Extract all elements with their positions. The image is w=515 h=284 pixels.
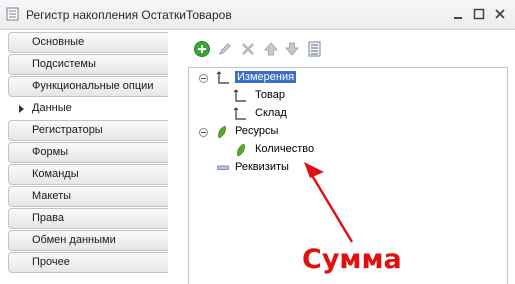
nav-item-data-exchange[interactable]: Обмен данными: [8, 230, 168, 251]
nav-item-label: Макеты: [32, 190, 72, 202]
tree-node-label: Ресурсы: [235, 125, 279, 137]
tree-node-label: Реквизиты: [235, 161, 289, 173]
nav-item-label: Права: [32, 212, 64, 224]
nav-item-templates[interactable]: Макеты: [8, 186, 168, 207]
dimension-icon: [233, 107, 246, 120]
minimize-icon[interactable]: [451, 7, 465, 21]
nav-item-commands[interactable]: Команды: [8, 164, 168, 185]
nav-item-forms[interactable]: Формы: [8, 142, 168, 163]
resource-icon: [237, 143, 245, 157]
annotation-label: Сумма: [302, 244, 402, 275]
tree-node-dimensions[interactable]: Измерения: [199, 70, 399, 87]
nav-item-label: Регистраторы: [32, 124, 103, 136]
collapse-icon[interactable]: [199, 74, 208, 83]
document-icon: [6, 7, 19, 21]
move-down-icon[interactable]: [283, 40, 301, 58]
maximize-icon[interactable]: [472, 7, 486, 21]
collapse-icon[interactable]: [199, 128, 208, 137]
title-bar: Регистр накопления ОстаткиТоваров: [0, 0, 515, 30]
delete-icon[interactable]: [239, 40, 257, 58]
tree-node-label: Склад: [255, 107, 287, 119]
window-title: Регистр накопления ОстаткиТоваров: [26, 8, 232, 22]
nav-item-data[interactable]: Данные: [8, 98, 168, 119]
nav-item-label: Основные: [32, 36, 85, 48]
tree-node-label: Измерения: [235, 71, 297, 83]
close-icon[interactable]: [493, 7, 507, 21]
nav-item-label: Прочее: [32, 256, 70, 268]
nav-item-functional-options[interactable]: Функциональные опции: [8, 76, 168, 97]
tree-node-product[interactable]: Товар: [233, 88, 353, 105]
section-nav: Основные Подсистемы Функциональные опции…: [8, 32, 168, 274]
attribute-icon: [217, 165, 229, 170]
tree-node-resources[interactable]: Ресурсы: [199, 124, 399, 141]
add-icon[interactable]: [193, 40, 211, 58]
tree-node-label: Товар: [255, 89, 285, 101]
move-up-icon[interactable]: [262, 40, 280, 58]
nav-item-registrators[interactable]: Регистраторы: [8, 120, 168, 141]
nav-item-label: Данные: [32, 102, 72, 114]
nav-item-label: Формы: [32, 146, 69, 158]
nav-item-other[interactable]: Прочее: [8, 252, 168, 273]
dimension-icon: [233, 89, 246, 102]
tree-node-warehouse[interactable]: Склад: [233, 106, 353, 123]
nav-item-label: Функциональные опции: [32, 80, 154, 92]
nav-item-main[interactable]: Основные: [8, 32, 168, 53]
list-icon[interactable]: [306, 40, 324, 58]
dimension-icon: [216, 71, 229, 84]
nav-item-label: Обмен данными: [32, 234, 116, 246]
resource-icon: [218, 125, 226, 139]
nav-item-label: Команды: [32, 168, 79, 180]
nav-item-subsystems[interactable]: Подсистемы: [8, 54, 168, 75]
active-arrow-icon: [19, 105, 24, 113]
annotation-arrow-icon: [304, 162, 354, 243]
nav-item-rights[interactable]: Права: [8, 208, 168, 229]
nav-item-label: Подсистемы: [32, 58, 96, 70]
edit-icon[interactable]: [216, 40, 234, 58]
